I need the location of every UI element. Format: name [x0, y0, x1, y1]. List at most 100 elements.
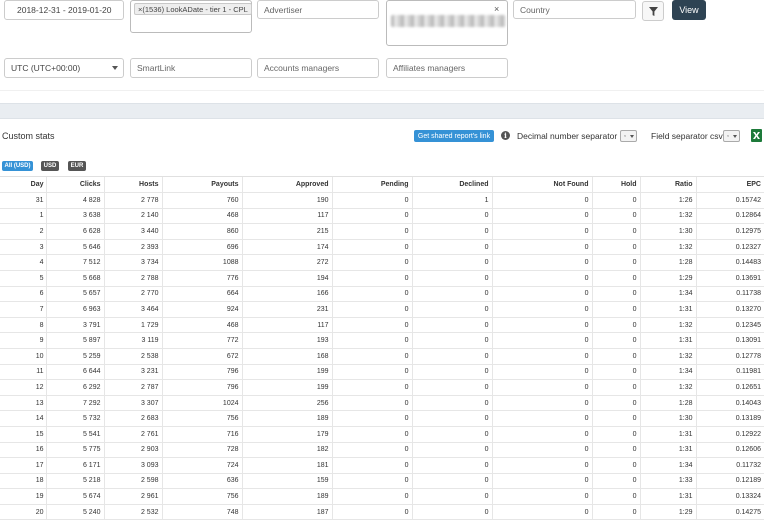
table-row: 95 897 3 119 772 193 0 0 0 0 1:31 0.13091 [0, 332, 764, 349]
column-header[interactable]: Payouts [161, 176, 242, 193]
table-cell: 0 [331, 301, 412, 318]
column-header[interactable]: Declined [411, 176, 492, 193]
table-cell: 0 [591, 442, 640, 459]
table-cell: 2 [0, 223, 46, 240]
table-cell: 18 [0, 473, 46, 490]
affiliate-select[interactable]: × [386, 0, 508, 46]
table-row: 17 6 171 3 093 724 181 0 0 0 0 1:34 0.11732 [0, 457, 764, 474]
offer-select[interactable]: ×(1536) LookADate - tier 1 - CPL [130, 0, 252, 33]
table-cell: 117 [241, 208, 332, 225]
date-range-input[interactable]: 2018-12-31 - 2019-01-20 [4, 0, 124, 20]
currency-usd-button[interactable]: USD [41, 161, 59, 171]
field-separator-select[interactable]: , [723, 130, 740, 142]
offer-tag-label: (1536) LookADate - tier 1 - CPL [142, 5, 248, 14]
table-cell: 5 775 [45, 442, 104, 459]
view-button[interactable]: View [672, 0, 706, 20]
table-cell: 0 [491, 488, 592, 505]
column-header[interactable]: Day [0, 176, 46, 193]
column-header[interactable]: Not Found [491, 176, 592, 193]
table-cell: 3 231 [103, 364, 162, 381]
table-cell: 1 729 [103, 317, 162, 334]
table-cell: 5 218 [45, 473, 104, 490]
table-cell: 0 [491, 286, 592, 303]
table-cell: 2 538 [103, 348, 162, 365]
table-cell: 0 [411, 332, 492, 349]
column-header[interactable]: Clicks [45, 176, 104, 193]
table-cell: 0 [411, 410, 492, 427]
table-cell: 0 [591, 426, 640, 443]
advertiser-input[interactable]: Advertiser [257, 0, 379, 19]
column-header[interactable]: Hold [591, 176, 640, 193]
decimal-separator-select[interactable]: , [620, 130, 637, 142]
table-cell: 3 791 [45, 317, 104, 334]
table-row: 13 638 2 140 468 117 0 0 0 0 1:32 0.12864 [0, 208, 764, 225]
table-row: 13 7 292 3 307 1024 256 0 0 0 0 1:28 0.14043 [0, 395, 764, 412]
table-cell: 1:31 [639, 301, 696, 318]
table-cell: 0 [591, 410, 640, 427]
stats-table: Day Clicks Hosts Payouts Approved Pending Decl… [0, 176, 764, 521]
table-cell: 0 [331, 504, 412, 521]
table-cell: 0.12189 [695, 473, 764, 490]
filter-button[interactable] [642, 1, 664, 21]
smartlink-input[interactable]: SmartLink [130, 58, 252, 78]
table-cell: 0 [331, 364, 412, 381]
table-cell: 5 674 [45, 488, 104, 505]
table-cell: 0.11732 [695, 457, 764, 474]
table-cell: 860 [161, 223, 242, 240]
table-cell: 0 [591, 395, 640, 412]
table-cell: 7 292 [45, 395, 104, 412]
table-cell: 0 [331, 270, 412, 287]
table-row: 65 657 2 770 664 166 0 0 0 0 1:34 0.11738 [0, 286, 764, 303]
shared-report-button[interactable]: Get shared report's link [414, 130, 494, 142]
decimal-separator-value: , [624, 131, 626, 138]
field-separator-value: , [727, 131, 729, 138]
column-header[interactable]: Approved [241, 176, 332, 193]
info-icon: i [501, 131, 510, 140]
table-cell: 728 [161, 442, 242, 459]
table-cell: 5 259 [45, 348, 104, 365]
currency-eur-button[interactable]: EUR [68, 161, 86, 171]
table-cell: 256 [241, 395, 332, 412]
timezone-select[interactable]: UTC (UTC+00:00) [4, 58, 124, 78]
table-cell: 0 [491, 504, 592, 521]
table-cell: 0.15742 [695, 192, 764, 209]
table-cell: 716 [161, 426, 242, 443]
table-cell: 1:34 [639, 364, 696, 381]
table-cell: 5 [0, 270, 46, 287]
column-header[interactable]: EPC [695, 176, 764, 193]
affiliates-managers-input[interactable]: Affiliates managers [386, 58, 508, 78]
table-row: 12 6 292 2 787 796 199 0 0 0 0 1:32 0.12651 [0, 379, 764, 396]
table-row: 19 5 674 2 961 756 189 0 0 0 0 1:31 0.13324 [0, 488, 764, 505]
table-cell: 179 [241, 426, 332, 443]
table-cell: 0 [591, 364, 640, 381]
table-cell: 6 628 [45, 223, 104, 240]
table-cell: 0 [411, 364, 492, 381]
currency-all-button[interactable]: All (USD) [2, 161, 33, 171]
table-cell: 6 963 [45, 301, 104, 318]
table-cell: 5 646 [45, 239, 104, 256]
table-cell: 0 [491, 192, 592, 209]
table-row: 55 668 2 788 776 194 0 0 0 0 1:29 0.13691 [0, 270, 764, 287]
table-cell: 1:29 [639, 270, 696, 287]
table-cell: 0 [491, 317, 592, 334]
column-header[interactable]: Ratio [639, 176, 696, 193]
table-cell: 0 [331, 395, 412, 412]
clear-selection-icon[interactable]: × [494, 4, 499, 14]
table-cell: 1:31 [639, 332, 696, 349]
column-header[interactable]: Pending [331, 176, 412, 193]
column-header[interactable]: Hosts [103, 176, 162, 193]
table-cell: 166 [241, 286, 332, 303]
table-cell: 3 440 [103, 223, 162, 240]
table-cell: 0 [331, 473, 412, 490]
table-cell: 0 [411, 504, 492, 521]
table-cell: 0.11738 [695, 286, 764, 303]
table-cell: 0 [331, 442, 412, 459]
country-input[interactable]: Country [513, 0, 636, 19]
accounts-managers-input[interactable]: Accounts managers [257, 58, 379, 78]
table-cell: 2 778 [103, 192, 162, 209]
table-cell: 20 [0, 504, 46, 521]
table-row: 47 512 3 734 1088 272 0 0 0 0 1:28 0.14483 [0, 254, 764, 271]
field-separator-label: Field separator csv [651, 131, 723, 141]
excel-export-icon[interactable] [751, 129, 762, 142]
table-cell: 0.12778 [695, 348, 764, 365]
